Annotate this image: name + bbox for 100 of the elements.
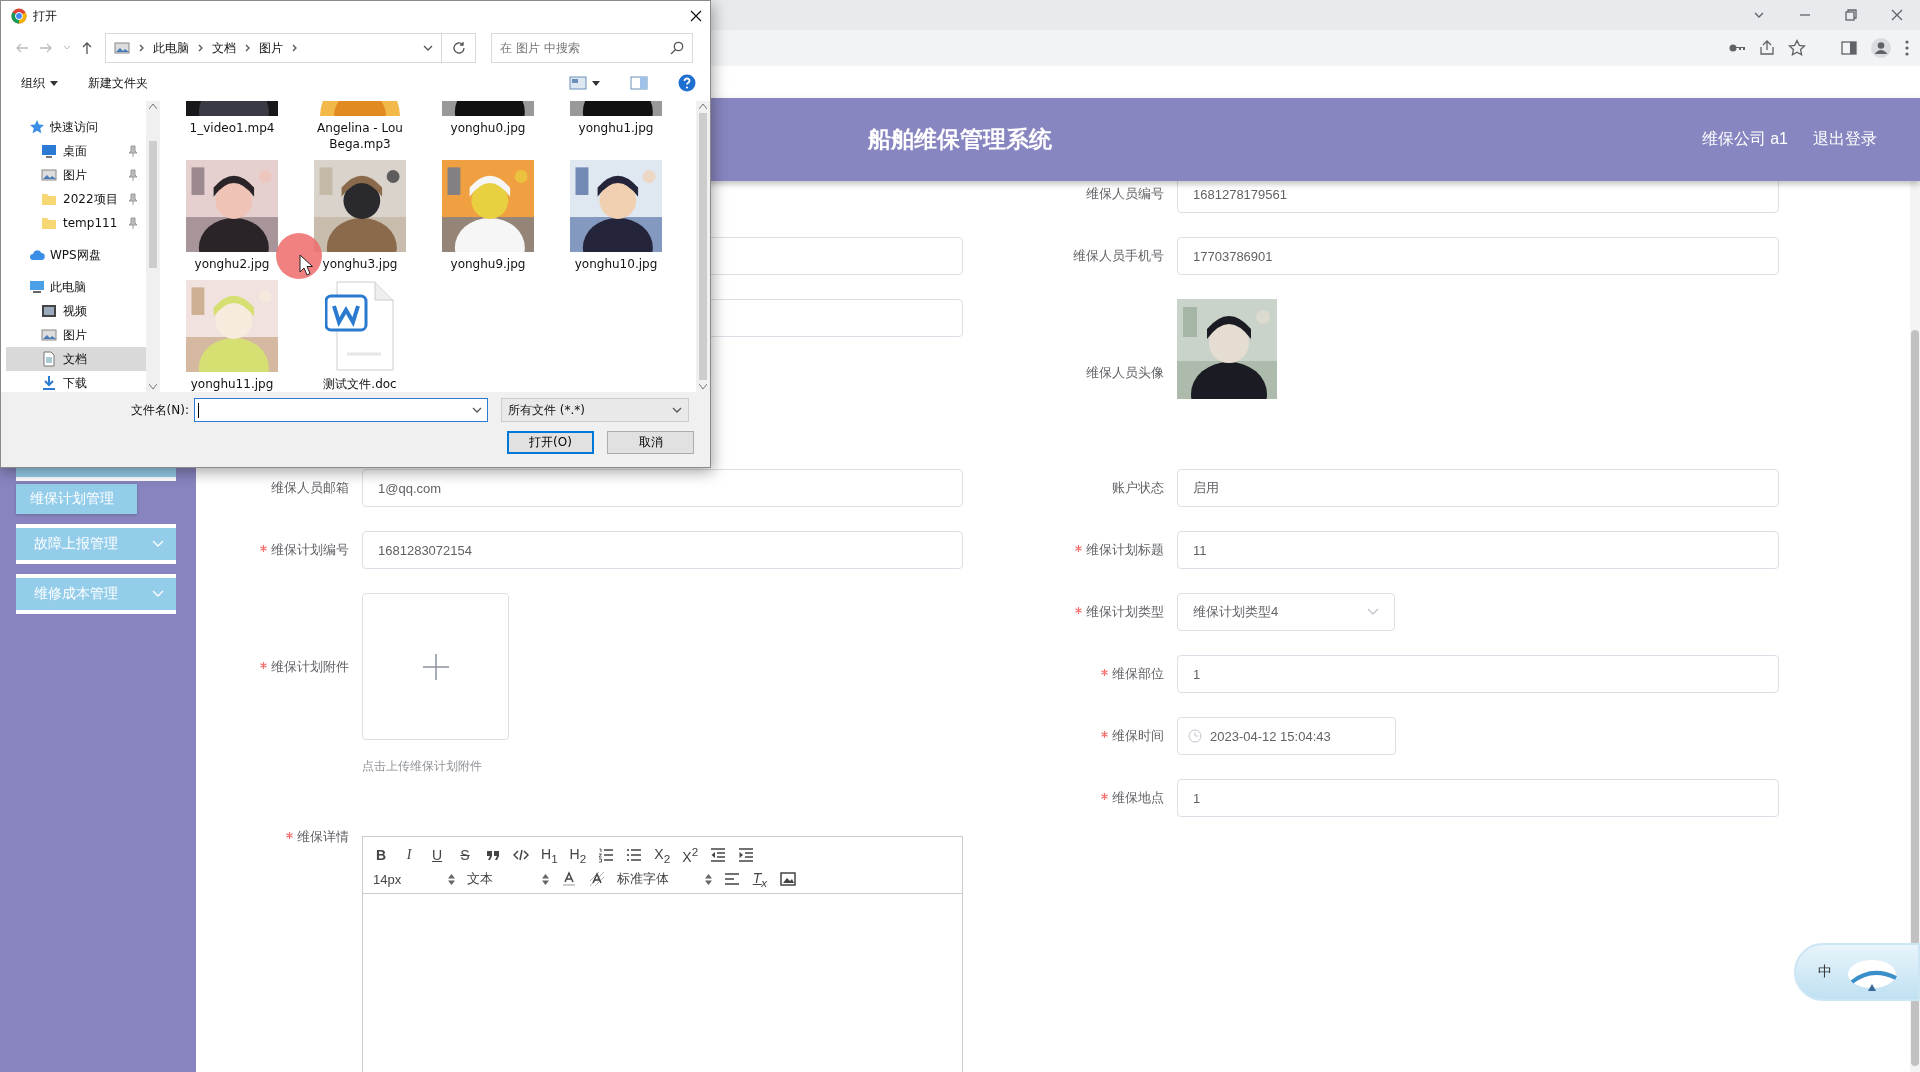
scrollbar-thumb[interactable] <box>149 141 157 268</box>
paragraph-select[interactable]: 文本 <box>467 870 549 888</box>
ime-mode-label[interactable]: 中 <box>1818 963 1832 981</box>
scrollbar-thumb[interactable] <box>699 113 707 380</box>
upload-hint: 点击上传维保计划附件 <box>362 758 483 775</box>
nav-item[interactable]: 下载 <box>6 371 146 392</box>
text-field[interactable]: 1 <box>1177 779 1779 817</box>
nav-item[interactable]: 桌面 <box>6 139 146 163</box>
share-icon[interactable] <box>1758 39 1776 57</box>
menu-icon[interactable] <box>1904 39 1910 57</box>
font-select[interactable]: 标准字体 <box>617 870 712 888</box>
side-panel-icon[interactable] <box>1840 39 1858 57</box>
restore-icon[interactable] <box>1845 9 1857 21</box>
file-name[interactable]: yonghu0.jpg <box>428 120 548 136</box>
plus-icon <box>421 652 450 681</box>
file-name[interactable]: 1_video1.mp4 <box>172 120 292 136</box>
color-icon[interactable] <box>561 871 577 887</box>
nav-item[interactable]: 文档 <box>6 347 146 371</box>
scroll-up-icon[interactable] <box>699 104 707 109</box>
text-field[interactable]: 1681283072154 <box>362 531 963 569</box>
text-field[interactable]: 1681278179561 <box>1177 181 1779 213</box>
field-label: 维保部位 <box>963 665 1177 683</box>
nav-item[interactable]: 快速访问 <box>1 115 146 139</box>
text-field[interactable]: 11 <box>1177 531 1779 569</box>
code-icon[interactable] <box>513 847 529 863</box>
toolbar-button[interactable]: 组织 <box>21 74 58 92</box>
sup-button[interactable]: X$^{2}$ <box>682 845 699 865</box>
refresh-icon[interactable] <box>451 41 466 55</box>
nav-item[interactable]: 此电脑 <box>1 275 146 299</box>
scroll-down-icon[interactable] <box>699 384 707 389</box>
italic-button[interactable]: I <box>401 847 417 863</box>
nav-item[interactable]: temp111 <box>6 211 146 235</box>
file-name[interactable]: yonghu9.jpg <box>428 256 548 272</box>
text-field[interactable]: 1@qq.com <box>362 469 963 507</box>
breadcrumb-item[interactable]: 此电脑 <box>153 39 189 57</box>
breadcrumb-item[interactable]: 图片 <box>259 39 283 57</box>
star-icon[interactable] <box>1788 39 1806 57</box>
select-field[interactable]: 维保计划类型4 <box>1177 593 1395 631</box>
folder-icon <box>41 215 57 231</box>
chevron-down-icon[interactable] <box>423 45 433 51</box>
toolbar-button[interactable]: 新建文件夹 <box>88 74 148 92</box>
nav-item[interactable]: WPS网盘 <box>1 243 146 267</box>
ul-icon[interactable] <box>626 847 643 863</box>
file-name[interactable]: 测试文件.doc <box>300 376 420 392</box>
view-icon[interactable] <box>569 76 587 90</box>
date-field[interactable]: 2023-04-12 15:04:43 <box>1177 717 1396 755</box>
app-icon <box>11 8 27 24</box>
folder-icon <box>41 191 57 207</box>
background-icon[interactable] <box>589 871 605 887</box>
sort-icon <box>705 873 712 885</box>
open-button[interactable]: 打开(O) <box>507 431 594 454</box>
underline-button[interactable]: U <box>429 847 445 863</box>
file-type-select[interactable]: 所有文件 (*.*) <box>501 398 689 422</box>
size-select[interactable]: 14px <box>373 871 455 887</box>
up-icon[interactable] <box>81 41 93 55</box>
text-field[interactable]: 1 <box>1177 655 1779 693</box>
image-icon[interactable] <box>780 871 796 887</box>
nav-item[interactable]: 图片 <box>6 163 146 187</box>
nav-item[interactable]: 2022项目 <box>6 187 146 211</box>
required-asterisk-icon <box>1101 731 1108 738</box>
star-icon <box>29 119 45 135</box>
scroll-down-icon[interactable] <box>149 384 157 389</box>
cancel-button[interactable]: 取消 <box>607 431 694 454</box>
text-field[interactable]: 17703786901 <box>1177 237 1779 275</box>
help-icon[interactable] <box>678 74 696 92</box>
rich-text-editor[interactable]: B I U S H$_{1}$ H$_{2}$ X$_{2}$ X$^{2}$ 14px 文本 标准字体 T$_{x}$ <box>362 836 963 1072</box>
video-icon <box>41 303 57 319</box>
chevron-down-icon <box>472 407 482 413</box>
nav-item[interactable]: 图片 <box>6 323 146 347</box>
clean-button[interactable]: T$_{x}$ <box>752 869 768 889</box>
dialog-title: 打开 <box>33 7 57 25</box>
strike-button[interactable]: S <box>457 847 473 863</box>
file-name[interactable]: yonghu1.jpg <box>556 120 676 136</box>
pin-icon <box>128 193 138 205</box>
bold-button[interactable]: B <box>373 847 389 863</box>
file-name[interactable]: yonghu10.jpg <box>556 256 676 272</box>
nav-item[interactable]: 视频 <box>6 299 146 323</box>
file-name[interactable]: yonghu11.jpg <box>172 376 292 392</box>
sub-button[interactable]: X$_{2}$ <box>654 845 671 865</box>
document-icon <box>41 351 57 367</box>
h2-button[interactable]: H$_{2}$ <box>569 845 587 865</box>
ol-icon[interactable] <box>598 847 615 863</box>
breadcrumb-item[interactable]: 文档 <box>212 39 236 57</box>
document-icon <box>325 280 395 372</box>
filename-field[interactable] <box>194 398 488 422</box>
search-field[interactable]: 在 图片 中搜索 <box>491 33 693 63</box>
align-icon[interactable] <box>724 871 740 887</box>
field-label: 维保计划类型 <box>963 603 1177 621</box>
close-icon[interactable] <box>690 10 702 22</box>
computer-icon <box>29 279 45 295</box>
indent-icon[interactable] <box>738 847 755 863</box>
scroll-up-icon[interactable] <box>149 104 157 109</box>
h1-button[interactable]: H$_{1}$ <box>541 845 558 865</box>
outdent-icon[interactable] <box>710 847 727 863</box>
scrollbar-thumb[interactable] <box>1911 330 1919 1066</box>
text-field[interactable]: 启用 <box>1177 469 1779 507</box>
file-name[interactable]: Angelina - Lou Bega.mp3 <box>300 120 420 152</box>
required-asterisk-icon <box>260 545 267 552</box>
caret-icon[interactable] <box>592 80 600 86</box>
profile-icon[interactable] <box>1870 37 1892 59</box>
